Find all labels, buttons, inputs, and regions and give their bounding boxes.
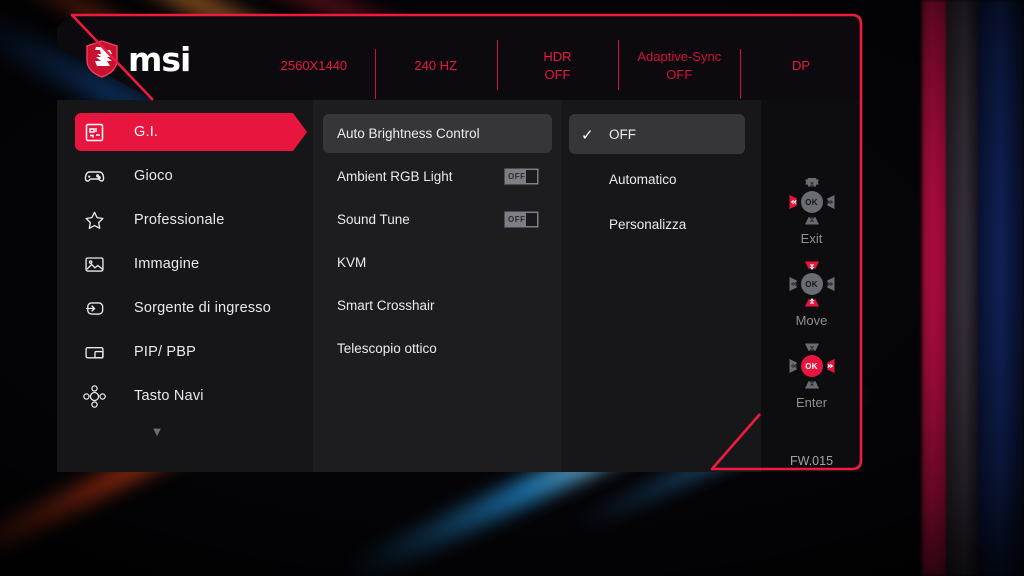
sidebar-item-label: Sorgente di ingresso <box>134 300 271 316</box>
gaming-intelligence-icon <box>79 117 109 147</box>
option-label: Automatico <box>609 172 677 187</box>
check-icon: ✓ <box>581 126 594 144</box>
toggle-knob <box>526 213 537 226</box>
option-label: Personalizza <box>609 217 687 232</box>
toggle-label: OFF <box>508 172 526 181</box>
toggle-knob <box>526 170 537 183</box>
menu-item-label: KVM <box>337 255 367 270</box>
menu-item-label: Auto Brightness Control <box>337 126 480 141</box>
star-icon <box>79 205 109 235</box>
menu-item-label: Telescopio ottico <box>337 341 437 356</box>
toggle-switch[interactable]: OFF <box>504 168 539 185</box>
screenshot-root: msi 2560X1440 240 HZ HDR OFF Adaptive-Sy… <box>0 0 1024 576</box>
sidebar-item-label: PIP/ PBP <box>134 344 197 360</box>
osd-window: msi 2560X1440 240 HZ HDR OFF Adaptive-Sy… <box>57 13 863 472</box>
pip-pbp-icon <box>79 337 109 367</box>
toggle-label: OFF <box>508 215 526 224</box>
sidebar-item-label: Gioco <box>134 168 173 184</box>
navi-key-icon <box>79 381 109 411</box>
sidebar-item-label: Immagine <box>134 256 200 272</box>
sidebar-item-label: Professionale <box>134 212 225 228</box>
menu-item-label: Smart Crosshair <box>337 298 435 313</box>
input-arrow-icon <box>79 293 109 323</box>
picture-icon <box>79 249 109 279</box>
option-label: OFF <box>609 127 636 142</box>
sidebar-item-label: G.I. <box>134 124 159 140</box>
menu-item-label: Sound Tune <box>337 212 410 227</box>
gamepad-icon <box>79 161 109 191</box>
menu-item-label: Ambient RGB Light <box>337 169 453 184</box>
sidebar-item-label: Tasto Navi <box>134 388 204 404</box>
toggle-switch[interactable]: OFF <box>504 211 539 228</box>
